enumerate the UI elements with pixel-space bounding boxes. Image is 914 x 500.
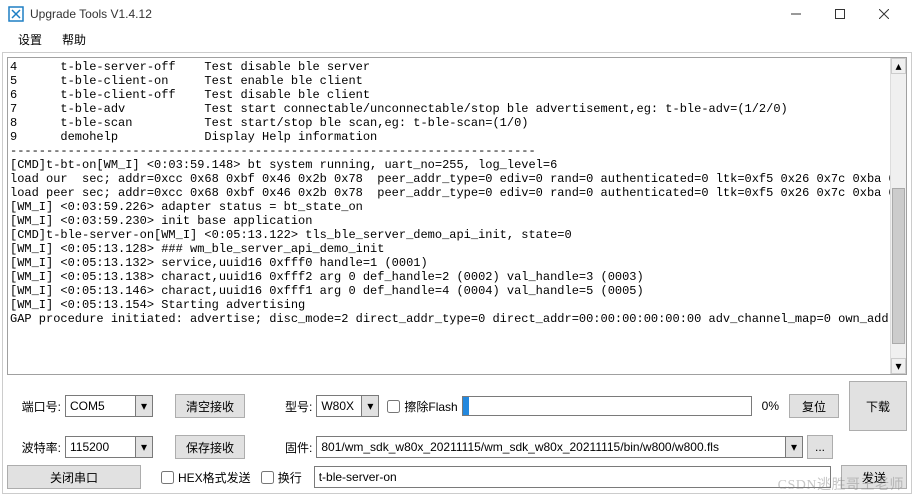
log-scrollbar[interactable]: ▴ ▾ (890, 58, 906, 374)
log-text[interactable]: 4 t-ble-server-off Test disable ble serv… (8, 58, 890, 374)
maximize-button[interactable] (818, 0, 862, 28)
erase-flash-label: 擦除Flash (404, 398, 457, 415)
firmware-label: 固件: (285, 439, 312, 456)
command-input[interactable] (314, 466, 831, 488)
menu-settings[interactable]: 设置 (8, 29, 52, 50)
baud-label: 波特率: (7, 439, 61, 456)
download-button[interactable]: 下载 (849, 381, 907, 431)
newline-checkbox[interactable] (261, 471, 274, 484)
firmware-browse-button[interactable]: ... (807, 435, 833, 459)
hex-send-label: HEX格式发送 (178, 469, 251, 486)
menu-help[interactable]: 帮助 (52, 29, 96, 50)
close-port-button[interactable]: 关闭串口 (7, 465, 141, 489)
log-area: 4 t-ble-server-off Test disable ble serv… (7, 57, 907, 375)
row-port: 端口号: ▾ 清空接收 型号: ▾ 擦除Flash 0% 复位 下载 (7, 381, 907, 431)
firmware-combo[interactable]: ▾ (316, 436, 803, 458)
row-send: 关闭串口 HEX格式发送 换行 发送 (7, 465, 907, 489)
titlebar: Upgrade Tools V1.4.12 (0, 0, 914, 28)
model-input[interactable] (316, 395, 361, 417)
send-button[interactable]: 发送 (841, 465, 907, 489)
scroll-thumb[interactable] (892, 188, 905, 344)
newline-label: 换行 (278, 469, 302, 486)
port-label: 端口号: (7, 398, 61, 415)
model-dropdown-icon[interactable]: ▾ (361, 395, 379, 417)
port-dropdown-icon[interactable]: ▾ (135, 395, 153, 417)
port-input[interactable] (65, 395, 135, 417)
window-title: Upgrade Tools V1.4.12 (30, 7, 774, 21)
reset-button[interactable]: 复位 (789, 394, 839, 418)
clear-recv-button[interactable]: 清空接收 (175, 394, 245, 418)
row-baud: 波特率: ▾ 保存接收 固件: ▾ ... (7, 435, 907, 459)
baud-combo[interactable]: ▾ (65, 436, 153, 458)
erase-flash-checkbox[interactable] (387, 400, 400, 413)
hex-send-checkbox[interactable] (161, 471, 174, 484)
main-panel: 4 t-ble-server-off Test disable ble serv… (2, 52, 912, 494)
progress-bar (462, 396, 752, 416)
app-icon (8, 6, 24, 22)
baud-dropdown-icon[interactable]: ▾ (135, 436, 153, 458)
progress-percent: 0% (762, 399, 779, 413)
menubar: 设置 帮助 (0, 28, 914, 50)
model-label: 型号: (285, 398, 312, 415)
model-combo[interactable]: ▾ (316, 395, 379, 417)
baud-input[interactable] (65, 436, 135, 458)
save-recv-button[interactable]: 保存接收 (175, 435, 245, 459)
port-combo[interactable]: ▾ (65, 395, 153, 417)
firmware-input[interactable] (316, 436, 785, 458)
close-button[interactable] (862, 0, 906, 28)
firmware-dropdown-icon[interactable]: ▾ (785, 436, 803, 458)
scroll-down-icon[interactable]: ▾ (891, 358, 906, 374)
scroll-up-icon[interactable]: ▴ (891, 58, 906, 74)
minimize-button[interactable] (774, 0, 818, 28)
